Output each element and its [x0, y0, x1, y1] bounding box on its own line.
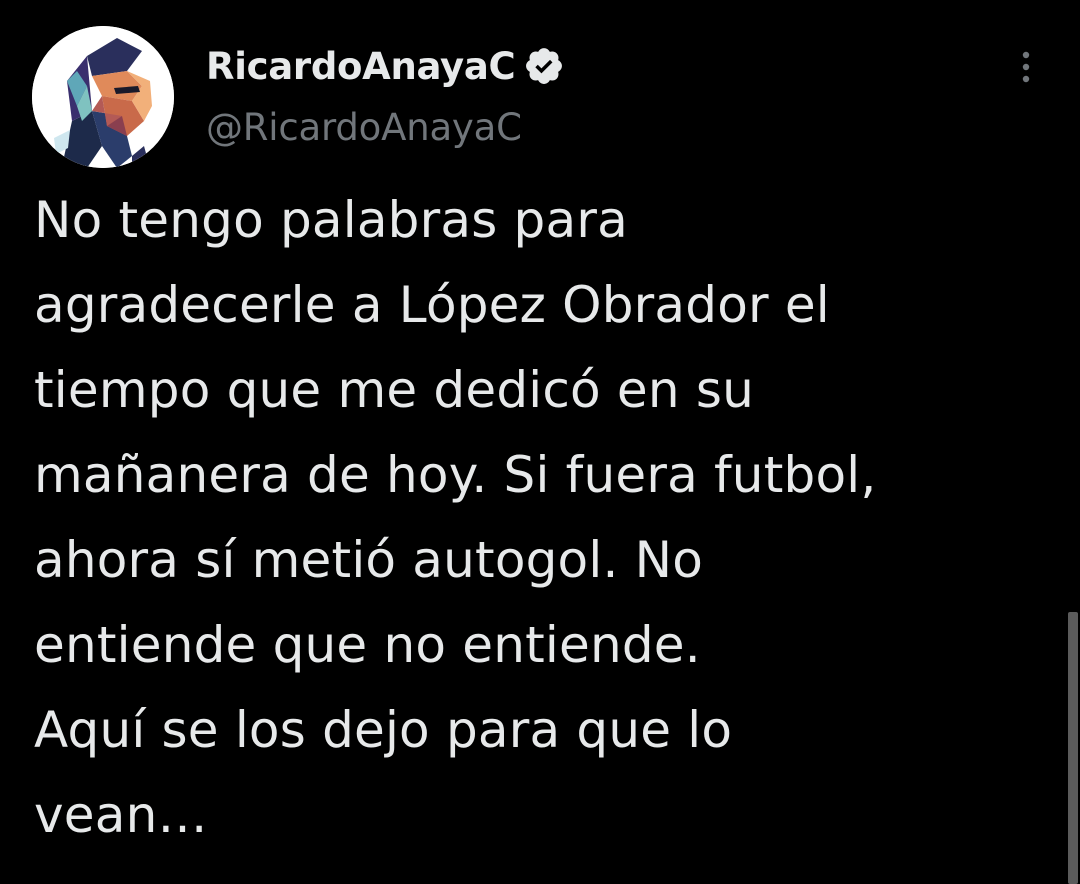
display-name[interactable]: RicardoAnayaC — [206, 45, 516, 88]
tweet-card[interactable]: RicardoAnayaC @RicardoAnayaC No tengo pa… — [0, 0, 1080, 884]
tweet-text-line: vean… — [34, 786, 208, 844]
tweet-text-line: Aquí se los dejo para que lo — [34, 701, 733, 759]
tweet-text: No tengo palabras para agradecerle a Lóp… — [34, 178, 1044, 858]
display-name-row[interactable]: RicardoAnayaC — [206, 40, 565, 92]
tweet-text-line: agradecerle a López Obrador el — [34, 276, 830, 334]
tweet-text-line: tiempo que me dedicó en su — [34, 361, 755, 419]
tweet-text-line: No tengo palabras para — [34, 191, 628, 249]
verified-badge-icon — [523, 45, 565, 87]
tweet-text-line: entiende que no entiende. — [34, 616, 701, 674]
more-vertical-icon[interactable] — [1012, 48, 1040, 88]
avatar[interactable] — [32, 26, 174, 168]
tweet-text-line: mañanera de hoy. Si fuera futbol, — [34, 446, 877, 504]
scrollbar[interactable] — [1068, 612, 1078, 884]
avatar-portrait-icon — [32, 26, 174, 168]
tweet-text-line: ahora sí metió autogol. No — [34, 531, 704, 589]
user-handle[interactable]: @RicardoAnayaC — [206, 106, 522, 149]
